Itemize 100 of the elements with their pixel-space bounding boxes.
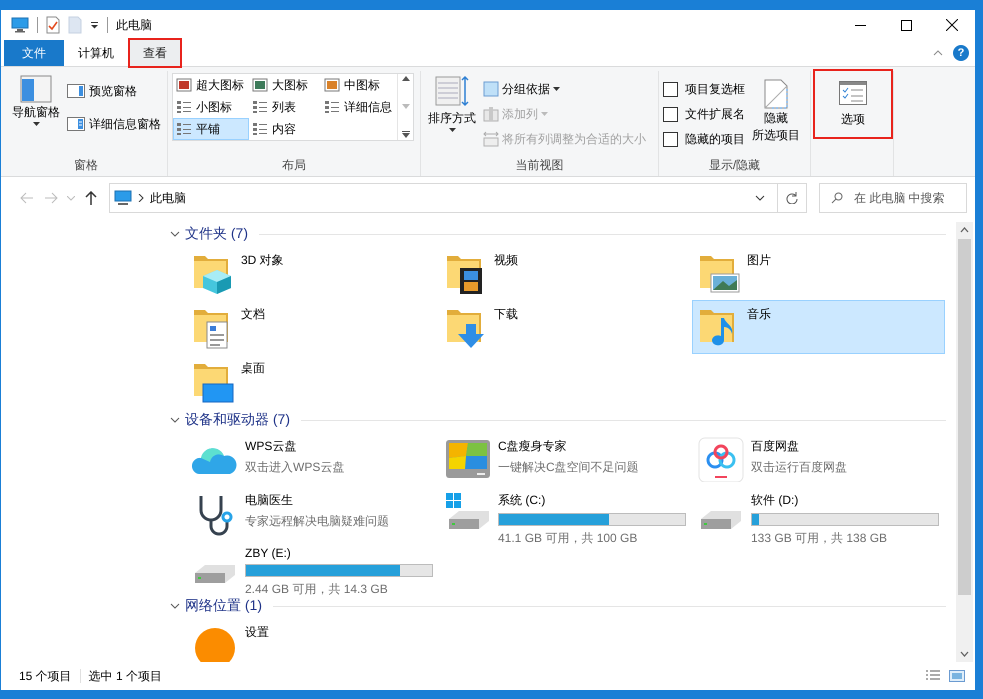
free-space-text: 133 GB 可用，共 138 GB — [751, 530, 888, 547]
search-icon — [831, 192, 843, 204]
view-icon — [176, 100, 192, 114]
expand-chevron-icon[interactable] — [170, 229, 180, 239]
layout-option[interactable]: 小图标 — [173, 96, 249, 118]
item-name: 下载 — [494, 306, 518, 323]
ribbon-tab[interactable]: 计算机 — [64, 40, 128, 66]
path-text: 此电脑 — [150, 190, 187, 206]
file-item[interactable]: 3D 对象 — [186, 246, 439, 300]
checkbox-option[interactable]: 项目复选框 — [663, 77, 745, 101]
item-name: 电脑医生 — [245, 492, 294, 509]
navigation-pane-icon — [20, 75, 52, 103]
more-icon[interactable] — [402, 131, 410, 138]
item-name: 系统 (C:) — [498, 492, 546, 509]
item-name: C盘瘦身专家 — [498, 438, 568, 455]
layout-option[interactable]: 大图标 — [249, 74, 321, 96]
file-item[interactable]: WPS云盘 双击进入WPS云盘 — [186, 432, 439, 486]
close-icon[interactable] — [946, 19, 958, 31]
button-label: 隐藏 — [764, 111, 788, 126]
view-icon — [324, 78, 340, 92]
item-description: 双击运行百度网盘 — [751, 459, 847, 476]
file-item[interactable]: 电脑医生 专家远程解决电脑疑难问题 — [186, 486, 439, 540]
item-name: 3D 对象 — [241, 252, 284, 269]
layout-option[interactable]: 平铺 — [173, 118, 249, 140]
checkbox[interactable] — [663, 106, 678, 122]
selection-count: 选中 1 个项目 — [88, 668, 162, 684]
expand-chevron-icon[interactable] — [170, 415, 180, 425]
preview-pane-button[interactable]: 预览窗格 — [67, 79, 161, 103]
ribbon-tab[interactable]: 文件 — [4, 40, 64, 66]
app-logo-icon — [697, 436, 745, 482]
refresh-icon[interactable] — [786, 192, 798, 204]
properties-icon[interactable] — [46, 16, 60, 34]
item-name: 桌面 — [241, 360, 265, 377]
view-icon — [324, 100, 340, 114]
item-name: ZBY (E:) — [245, 546, 292, 560]
view-icon — [176, 78, 192, 92]
help-button[interactable]: ? — [953, 45, 969, 61]
view-icon — [252, 122, 268, 136]
item-name: 图片 — [747, 252, 771, 269]
group-label: 窗格 — [73, 156, 99, 174]
file-item[interactable]: 百度网盘 双击运行百度网盘 — [692, 432, 945, 486]
details-pane-button[interactable]: 详细信息窗格 — [67, 112, 161, 136]
layout-option[interactable]: 详细信息 — [321, 96, 397, 118]
item-name: 设置 — [245, 624, 269, 641]
caret-icon — [32, 122, 40, 126]
scroll-up-icon[interactable] — [402, 76, 410, 81]
history-dropdown-icon[interactable] — [755, 195, 765, 201]
scrollbar-thumb[interactable] — [958, 239, 971, 595]
view-icon — [252, 78, 268, 92]
checkbox[interactable] — [663, 82, 678, 96]
maximize-icon[interactable] — [900, 20, 912, 30]
layout-option[interactable]: 中图标 — [321, 74, 397, 96]
item-name: 软件 (D:) — [751, 492, 800, 509]
item-description: 双击进入WPS云盘 — [245, 459, 344, 476]
fit-columns-icon — [483, 131, 499, 147]
page-icon — [764, 79, 788, 109]
file-item[interactable]: 文档 — [186, 300, 439, 354]
file-item[interactable]: 视频 — [439, 246, 692, 300]
computer-icon — [11, 17, 29, 33]
caret-icon — [448, 128, 456, 132]
expand-chevron-icon[interactable] — [170, 601, 180, 611]
caret-icon — [541, 112, 548, 116]
file-item[interactable]: 设置 — [186, 618, 439, 662]
details-pane-icon — [67, 117, 85, 131]
group-header: 文件夹 (7) — [185, 225, 248, 243]
up-icon[interactable] — [85, 191, 97, 205]
preview-pane-icon — [67, 84, 85, 98]
file-item[interactable]: 音乐 — [692, 300, 945, 354]
options-icon — [839, 80, 867, 104]
collapse-ribbon-icon[interactable] — [933, 50, 943, 56]
view-icon — [176, 122, 192, 136]
view-icon — [252, 100, 268, 114]
ribbon-tab[interactable]: 查看 — [128, 38, 182, 68]
options-button[interactable]: 选项 — [813, 69, 893, 139]
free-space-text: 41.1 GB 可用，共 100 GB — [498, 530, 638, 547]
checkbox-option[interactable]: 隐藏的项目 — [663, 127, 745, 151]
group-label: 当前视图 — [514, 156, 564, 174]
dropdown-icon[interactable] — [90, 21, 99, 29]
address-bar[interactable]: 此电脑 — [109, 183, 807, 213]
layout-option[interactable]: 内容 — [249, 118, 321, 140]
checkbox[interactable] — [663, 132, 678, 146]
group-header: 设备和驱动器 (7) — [185, 411, 290, 429]
item-name: 视频 — [494, 252, 518, 269]
computer-icon — [114, 190, 132, 206]
item-description: 一键解决C盘空间不足问题 — [498, 459, 639, 476]
file-item[interactable]: C盘瘦身专家 一键解决C盘空间不足问题 — [439, 432, 692, 486]
search-field[interactable]: 在 此电脑 中搜索 — [819, 183, 967, 213]
layout-option[interactable]: 列表 — [249, 96, 321, 118]
hide-selected-button[interactable]: 隐藏 所选项目 — [749, 71, 803, 147]
navigation-pane-button[interactable]: 导航窗格 — [9, 71, 63, 130]
checkbox-option[interactable]: 文件扩展名 — [663, 102, 745, 126]
file-item[interactable]: 图片 — [692, 246, 945, 300]
item-description: 专家远程解决电脑疑难问题 — [245, 513, 389, 530]
sort-by-button[interactable]: 排序方式 — [425, 71, 479, 136]
caret-icon — [553, 87, 560, 91]
file-item[interactable]: 下载 — [439, 300, 692, 354]
view-command[interactable]: 分组依据 — [483, 77, 646, 101]
layout-option[interactable]: 超大图标 — [173, 74, 249, 96]
file-item[interactable]: 桌面 — [186, 354, 439, 408]
tiles-view-icon[interactable] — [949, 669, 965, 683]
